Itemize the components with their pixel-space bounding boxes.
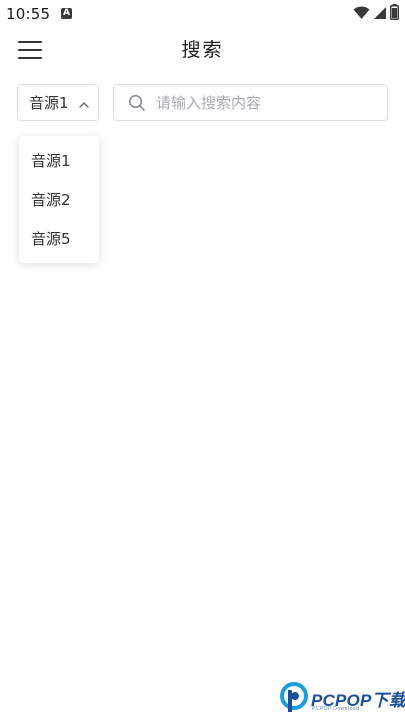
wifi-icon — [353, 5, 370, 24]
menu-line — [18, 49, 42, 51]
hamburger-menu-icon[interactable] — [18, 36, 48, 64]
battery-icon — [390, 4, 399, 24]
search-box[interactable] — [113, 84, 388, 121]
source-select[interactable]: 音源1 — [17, 84, 99, 121]
source-option-1[interactable]: 音源1 — [19, 142, 99, 181]
search-icon — [128, 94, 146, 112]
chevron-up-icon — [78, 96, 90, 115]
status-time: 10:55 — [6, 5, 51, 23]
source-dropdown: 音源1 音源2 音源5 — [19, 136, 99, 263]
source-option-5[interactable]: 音源5 — [19, 220, 99, 259]
status-icons — [353, 4, 399, 24]
page-title: 搜索 — [181, 39, 224, 61]
notification-a-icon: A — [61, 8, 72, 19]
status-bar: 10:55 A — [0, 0, 405, 28]
screen: 10:55 A 搜索 音源1 请输入搜索内容 音源1 音源2 音源5 PCPOP… — [0, 0, 405, 720]
signal-icon — [373, 5, 387, 24]
menu-line — [18, 57, 42, 59]
pcpop-logo-icon — [280, 682, 310, 718]
watermark-tagline: PCPOP.Download — [312, 706, 360, 712]
search-input[interactable] — [156, 93, 356, 112]
source-option-2[interactable]: 音源2 — [19, 181, 99, 220]
menu-line — [18, 41, 42, 43]
watermark: PCPOP下载 PCPOP.Download — [280, 682, 405, 718]
source-select-value: 音源1 — [29, 94, 69, 112]
